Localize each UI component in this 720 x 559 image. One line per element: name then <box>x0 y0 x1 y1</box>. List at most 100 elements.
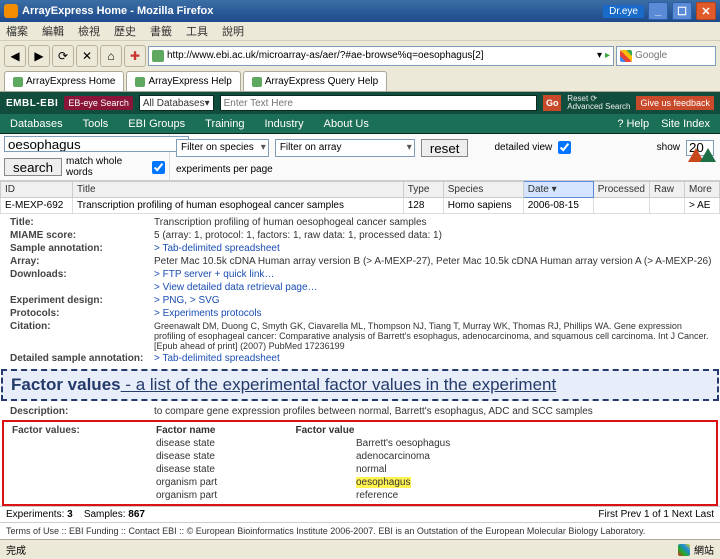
home-button[interactable]: ⌂ <box>100 45 122 67</box>
detailed-view-checkbox[interactable] <box>558 141 571 154</box>
col-processed[interactable]: Processed <box>593 182 649 198</box>
lbl-title: Title: <box>2 217 154 228</box>
col-type[interactable]: Type <box>403 182 443 198</box>
firefox-icon <box>4 4 18 18</box>
col-more[interactable]: More <box>685 182 720 198</box>
cell-date: 2006-08-15 <box>523 198 593 214</box>
val-citation: Greenawalt DM, Duong C, Smyth GK, Ciavar… <box>154 321 712 351</box>
stop-button[interactable]: ✕ <box>76 45 98 67</box>
status-zone: 網站 <box>694 542 714 557</box>
detailed-view-label: detailed view <box>494 142 552 153</box>
cell-type: 128 <box>403 198 443 214</box>
per-page-suffix: experiments per page <box>176 164 273 175</box>
search-box[interactable] <box>616 46 716 66</box>
menu-file[interactable]: 檔案 <box>6 23 28 39</box>
summary-bar: Experiments: 3 Samples: 867 First Prev 1… <box>0 506 720 522</box>
nav-about[interactable]: About Us <box>324 118 369 130</box>
menubar: 檔案 編輯 檢視 歷史 書籤 工具 說明 <box>0 22 720 40</box>
reload-button[interactable]: ⟳ <box>52 45 74 67</box>
minimize-button[interactable]: _ <box>648 2 668 20</box>
nav-siteindex[interactable]: Site Index <box>661 118 710 130</box>
val-downloads2-link[interactable]: > View detailed data retrieval page… <box>154 282 712 293</box>
keyword-input[interactable] <box>4 136 189 152</box>
val-dsa-link[interactable]: > Tab-delimited spreadsheet <box>154 353 712 364</box>
lbl-sample: Sample annotation: <box>2 243 154 254</box>
cell-more[interactable]: > AE <box>685 198 720 214</box>
security-shield-icon <box>678 544 690 556</box>
nav-groups[interactable]: EBI Groups <box>128 118 185 130</box>
tab-ae-home[interactable]: ArrayExpress Home <box>4 71 124 91</box>
menu-help[interactable]: 說明 <box>222 23 244 39</box>
embl-nav: Databases Tools EBI Groups Training Indu… <box>0 114 720 134</box>
annotation-head: Factor values <box>11 375 121 394</box>
embl-db-value: All Databases <box>143 98 205 109</box>
url-bar[interactable]: ▾ ▸ <box>148 46 614 66</box>
forward-button[interactable]: ▶ <box>28 45 50 67</box>
tab-ae-help[interactable]: ArrayExpress Help <box>126 71 240 91</box>
tab-favicon-icon <box>135 77 145 87</box>
col-title[interactable]: Title <box>73 182 404 198</box>
fv-col-name: Factor name <box>156 425 215 436</box>
lbl-citation: Citation: <box>2 321 154 351</box>
close-button[interactable]: ✕ <box>696 2 716 20</box>
menu-edit[interactable]: 編輯 <box>42 23 64 39</box>
col-species[interactable]: Species <box>443 182 523 198</box>
match-whole-checkbox[interactable] <box>152 161 165 174</box>
feedback-button[interactable]: Give us feedback <box>636 96 714 110</box>
embl-db-select[interactable]: All Databases ▾ <box>139 95 214 111</box>
species-filter[interactable]: Filter on species <box>176 139 269 157</box>
menu-tools[interactable]: 工具 <box>186 23 208 39</box>
search-button[interactable]: search <box>4 158 62 176</box>
val-design-link[interactable]: > PNG, > SVG <box>154 295 712 306</box>
addon-button[interactable]: ✚ <box>124 45 146 67</box>
val-miame: 5 (array: 1, protocol: 1, factors: 1, ra… <box>154 230 712 241</box>
statusbar: 完成 網站 <box>0 539 720 559</box>
nav-databases[interactable]: Databases <box>10 118 63 130</box>
menu-view[interactable]: 檢視 <box>78 23 100 39</box>
col-date[interactable]: Date ▾ <box>523 182 593 198</box>
cell-title: Transcription profiling of human esophog… <box>73 198 404 214</box>
col-id[interactable]: ID <box>1 182 73 198</box>
nav-tools[interactable]: Tools <box>83 118 109 130</box>
reset-button[interactable]: reset <box>421 139 469 157</box>
experiments-label: Experiments: <box>6 509 64 520</box>
pager[interactable]: First Prev 1 of 1 Next Last <box>598 509 714 520</box>
embl-search-input[interactable] <box>224 98 534 109</box>
val-protocols-link[interactable]: > Experiments protocols <box>154 308 712 319</box>
lbl-description: Description: <box>2 406 154 417</box>
ebeye-badge: EB-eye Search <box>64 96 133 110</box>
lbl-factor-values: Factor values: <box>4 425 156 436</box>
menu-bookmarks[interactable]: 書籤 <box>150 23 172 39</box>
col-raw[interactable]: Raw <box>650 182 685 198</box>
tab-ae-queryhelp[interactable]: ArrayExpress Query Help <box>243 71 387 91</box>
val-sample-link[interactable]: > Tab-delimited spreadsheet <box>154 243 712 254</box>
url-input[interactable] <box>167 50 594 61</box>
nav-industry[interactable]: Industry <box>264 118 303 130</box>
val-downloads1-link[interactable]: > FTP server + quick link… <box>154 269 712 280</box>
tab-favicon-icon <box>13 77 23 87</box>
lbl-protocols: Protocols: <box>2 308 154 319</box>
embl-go-button[interactable]: Go <box>543 95 561 111</box>
nav-toolbar: ◀ ▶ ⟳ ✕ ⌂ ✚ ▾ ▸ <box>0 40 720 70</box>
nav-help[interactable]: ? Help <box>617 118 649 130</box>
footer-text: Terms of Use :: EBI Funding :: Contact E… <box>0 522 720 539</box>
dreye-widget[interactable]: Dr.eye <box>603 5 644 18</box>
embl-reset-adv[interactable]: Reset ⟳Advanced Search <box>567 95 630 111</box>
ae-search-panel: search match whole words Filter on speci… <box>0 134 720 181</box>
lbl-dsa: Detailed sample annotation: <box>2 353 154 364</box>
annotation-callout: Factor values - a list of the experiment… <box>1 369 719 401</box>
back-button[interactable]: ◀ <box>4 45 26 67</box>
embl-header: EMBL-EBI EB-eye Search All Databases ▾ G… <box>0 92 720 114</box>
array-filter[interactable]: Filter on array <box>275 139 415 157</box>
lbl-downloads: Downloads: <box>2 269 154 280</box>
nav-training[interactable]: Training <box>205 118 244 130</box>
url-dropdown-icon[interactable]: ▾ <box>597 50 602 61</box>
table-row[interactable]: E-MEXP-692 Transcription profiling of hu… <box>1 198 720 214</box>
go-icon[interactable]: ▸ <box>605 50 610 61</box>
match-whole-label: match whole words <box>66 156 148 178</box>
menu-history[interactable]: 歷史 <box>114 23 136 39</box>
maximize-button[interactable]: ☐ <box>672 2 692 20</box>
window-titlebar: ArrayExpress Home - Mozilla Firefox Dr.e… <box>0 0 720 22</box>
window-title: ArrayExpress Home - Mozilla Firefox <box>22 5 603 17</box>
search-input[interactable] <box>635 50 695 61</box>
